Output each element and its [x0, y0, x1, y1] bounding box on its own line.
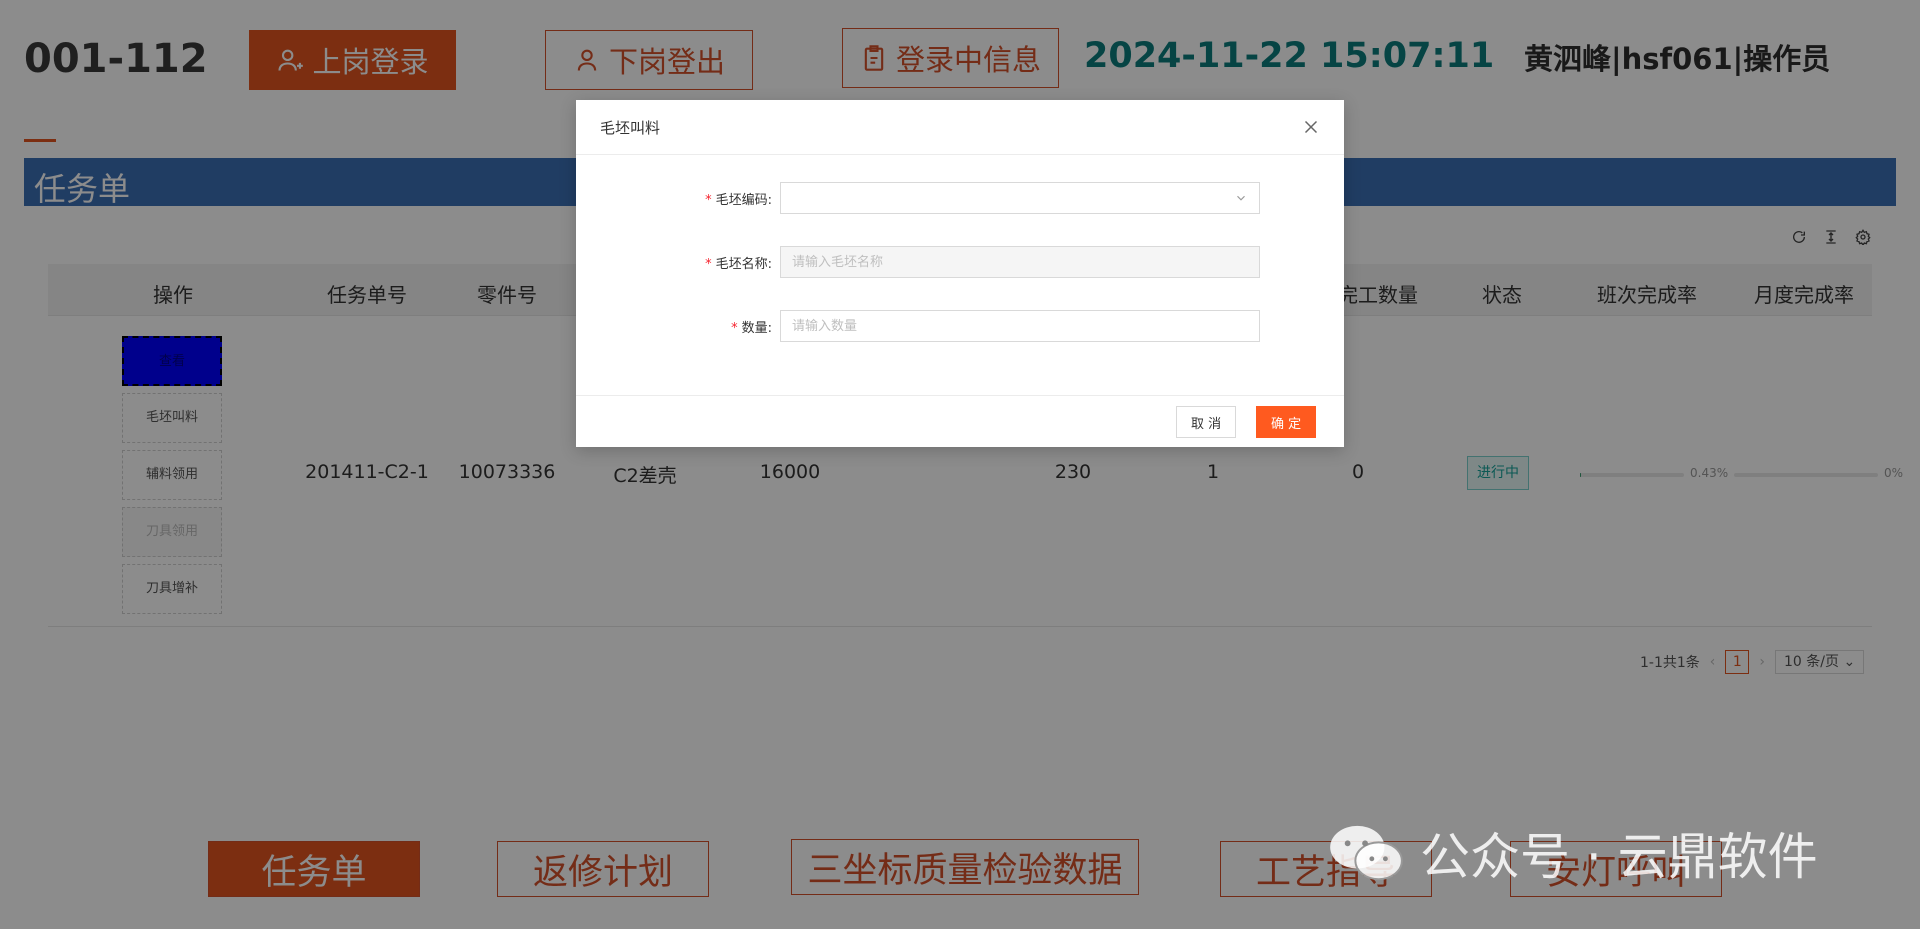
code-label: * 毛坯编码:	[705, 189, 772, 208]
dialog-header: 毛坯叫料	[576, 100, 1344, 155]
cancel-button[interactable]: 取 消	[1176, 406, 1237, 438]
wechat-icon	[1330, 825, 1403, 881]
dialog-title: 毛坯叫料	[600, 119, 661, 137]
confirm-button[interactable]: 确 定	[1256, 406, 1317, 438]
dialog-footer: 取 消 确 定	[576, 395, 1344, 447]
qty-label-text: 数量:	[741, 321, 772, 336]
required-mark: *	[731, 321, 738, 336]
watermark: 公众号 · 云鼎软件	[1328, 817, 1818, 889]
watermark-text: 公众号 · 云鼎软件	[1420, 828, 1818, 886]
form-row-qty: * 数量:	[576, 310, 1344, 342]
blank-code-select[interactable]	[780, 182, 1260, 214]
form-row-code: * 毛坯编码:	[576, 182, 1344, 214]
chevron-down-icon	[1237, 195, 1245, 201]
name-label-text: 毛坯名称:	[715, 257, 772, 272]
blank-name-input[interactable]	[780, 246, 1260, 278]
required-mark: *	[705, 193, 712, 208]
quantity-input[interactable]	[780, 310, 1260, 342]
qty-label: * 数量:	[731, 317, 772, 336]
code-label-text: 毛坯编码:	[715, 193, 772, 208]
name-label: * 毛坯名称:	[705, 253, 772, 272]
required-mark: *	[705, 257, 712, 272]
close-icon[interactable]	[1300, 116, 1322, 138]
form-row-name: * 毛坯名称:	[576, 246, 1344, 278]
blank-request-dialog: 毛坯叫料 *毛坯编码: *毛坯名称: *数量: 取 消 确 定	[576, 100, 1344, 447]
